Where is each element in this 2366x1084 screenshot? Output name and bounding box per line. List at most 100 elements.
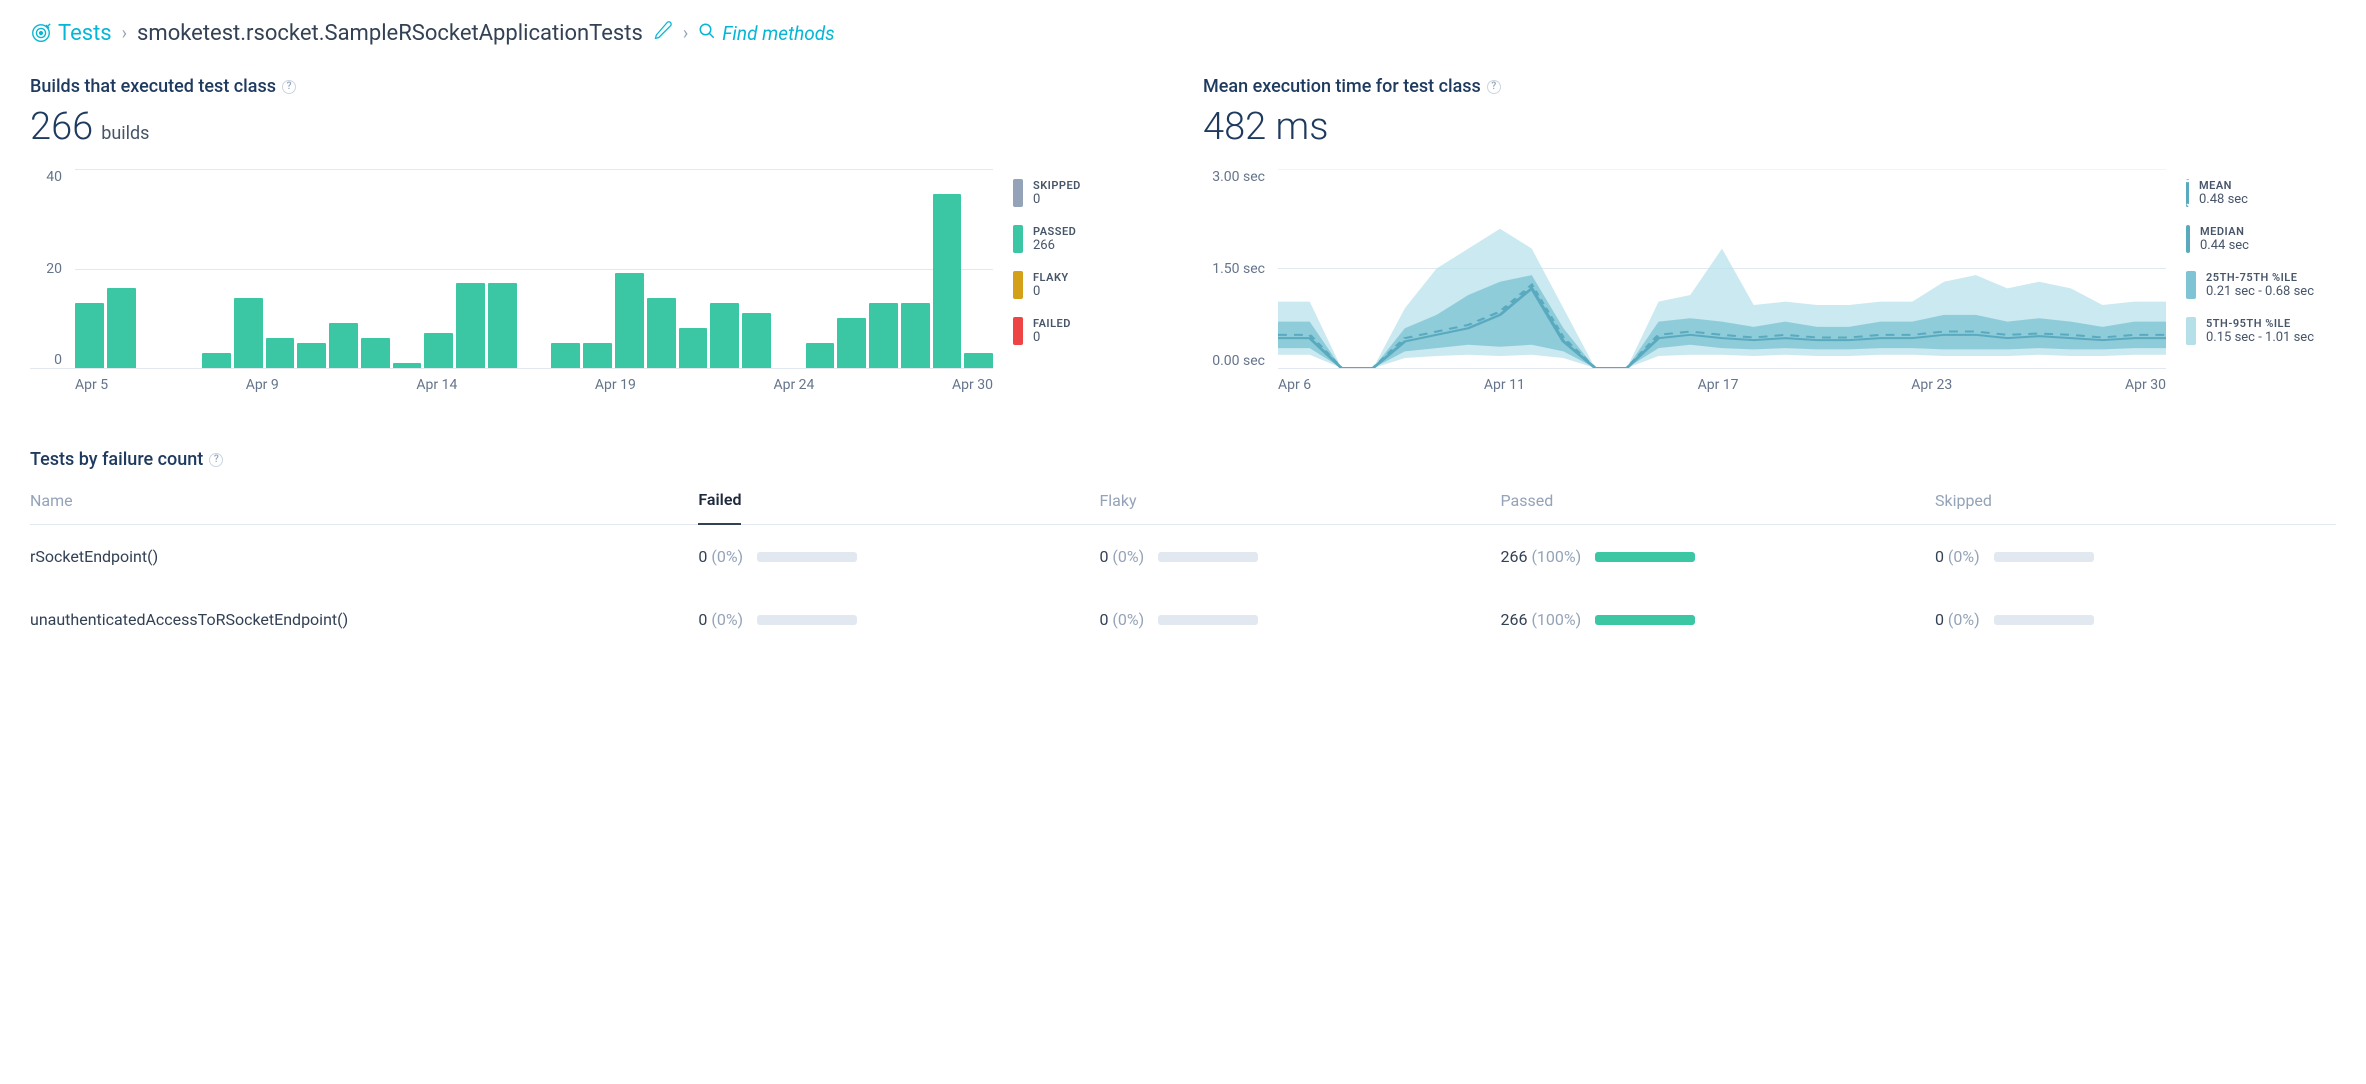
legend-item[interactable]: 5TH-95TH %ILE 0.15 sec - 1.01 sec [2186, 317, 2336, 345]
mini-bar [1595, 615, 1695, 625]
legend-item[interactable]: MEAN 0.48 sec [2186, 179, 2336, 207]
bar[interactable] [551, 343, 580, 368]
bar[interactable] [266, 338, 295, 368]
legend-value: 266 [1033, 238, 1076, 253]
bar[interactable] [901, 303, 930, 368]
failure-section-title: Tests by failure count [30, 449, 203, 470]
bar[interactable] [742, 313, 771, 368]
bar[interactable] [393, 363, 422, 368]
legend-item[interactable]: PASSED 266 [1013, 225, 1163, 253]
legend-label: 5TH-95TH %ILE [2206, 317, 2314, 330]
bar[interactable] [964, 353, 993, 368]
metric-pct: (0%) [1948, 547, 1980, 566]
legend-value: 0 [1033, 330, 1071, 345]
bar[interactable] [361, 338, 390, 368]
legend-item[interactable]: 25TH-75TH %ILE 0.21 sec - 0.68 sec [2186, 271, 2336, 299]
legend-item[interactable]: FAILED 0 [1013, 317, 1163, 345]
column-header-name[interactable]: Name [30, 491, 73, 510]
test-name[interactable]: unauthenticatedAccessToRSocketEndpoint() [30, 610, 698, 629]
metric-pct: (0%) [711, 610, 743, 629]
column-header-flaky[interactable]: Flaky [1099, 491, 1136, 510]
x-tick: Apr 23 [1911, 377, 1952, 393]
test-name[interactable]: rSocketEndpoint() [30, 547, 698, 566]
column-header-failed[interactable]: Failed [698, 490, 741, 525]
metric-pct: (0%) [1112, 547, 1144, 566]
mini-bar [1994, 615, 2094, 625]
bar[interactable] [297, 343, 326, 368]
bar[interactable] [647, 298, 676, 368]
legend-value: 0 [1033, 192, 1081, 207]
x-tick: Apr 30 [952, 377, 993, 393]
tests-link[interactable]: Tests [30, 21, 112, 46]
metric-cell: 266 (100%) [1500, 547, 1934, 566]
charts-row: Builds that executed test class ? 266 bu… [30, 76, 2336, 399]
column-header-passed[interactable]: Passed [1500, 491, 1553, 510]
metric-count: 0 [698, 610, 707, 629]
bar[interactable] [488, 283, 517, 368]
bar[interactable] [679, 328, 708, 368]
x-tick: Apr 19 [595, 377, 636, 393]
metric-pct: (0%) [1948, 610, 1980, 629]
builds-chart[interactable]: 40200 Apr 5Apr 9Apr 14Apr 19Apr 24Apr 30 [30, 169, 993, 399]
bar[interactable] [869, 303, 898, 368]
bar[interactable] [456, 283, 485, 368]
bar[interactable] [107, 288, 136, 368]
table-row: unauthenticatedAccessToRSocketEndpoint()… [30, 588, 2336, 651]
bar[interactable] [424, 333, 453, 368]
bar[interactable] [202, 353, 231, 368]
legend-swatch [1013, 317, 1023, 345]
legend-item[interactable]: MEDIAN 0.44 sec [2186, 225, 2336, 253]
bar[interactable] [806, 343, 835, 368]
mini-bar [757, 615, 857, 625]
x-tick: Apr 17 [1698, 377, 1739, 393]
breadcrumb-sep-icon: › [683, 23, 688, 44]
builds-panel-title: Builds that executed test class [30, 76, 276, 97]
legend-swatch [2186, 271, 2196, 299]
legend-value: 0.15 sec - 1.01 sec [2206, 330, 2314, 345]
builds-count: 266 [30, 105, 93, 149]
x-tick: Apr 11 [1484, 377, 1525, 393]
y-tick: 0.00 sec [1212, 353, 1265, 369]
time-value: 482 ms [1203, 105, 1328, 149]
bar[interactable] [234, 298, 263, 368]
breadcrumb-sep-icon: › [122, 23, 127, 44]
bar[interactable] [329, 323, 358, 368]
metric-pct: (100%) [1531, 610, 1581, 629]
help-icon[interactable]: ? [209, 453, 223, 467]
time-panel: Mean execution time for test class ? 482… [1203, 76, 2336, 399]
bar[interactable] [933, 194, 962, 368]
legend-label: MEDIAN [2200, 225, 2249, 238]
find-methods-label: Find methods [722, 22, 834, 45]
x-tick: Apr 5 [75, 377, 108, 393]
metric-count: 0 [1099, 610, 1108, 629]
legend-swatch [1013, 179, 1023, 207]
legend-label: PASSED [1033, 225, 1076, 238]
bar[interactable] [710, 303, 739, 368]
legend-value: 0.44 sec [2200, 238, 2249, 253]
bar[interactable] [583, 343, 612, 368]
time-chart[interactable]: 3.00 sec1.50 sec0.00 sec Apr 6Apr 11Apr … [1203, 169, 2166, 399]
breadcrumb: Tests › smoketest.rsocket.SampleRSocketA… [30, 20, 2336, 46]
bar[interactable] [75, 303, 104, 368]
help-icon[interactable]: ? [1487, 80, 1501, 94]
bar[interactable] [837, 318, 866, 368]
metric-pct: (0%) [1112, 610, 1144, 629]
edit-icon[interactable] [653, 20, 673, 46]
metric-cell: 0 (0%) [1935, 610, 2336, 629]
legend-swatch [1013, 271, 1023, 299]
y-tick: 0 [54, 352, 62, 368]
page-title: smoketest.rsocket.SampleRSocketApplicati… [137, 21, 643, 46]
metric-count: 0 [1099, 547, 1108, 566]
legend-item[interactable]: FLAKY 0 [1013, 271, 1163, 299]
bar[interactable] [615, 273, 644, 368]
find-methods-link[interactable]: Find methods [698, 22, 834, 45]
metric-pct: (0%) [711, 547, 743, 566]
tests-table: Name Failed Flaky Passed Skipped rSocketEndp… [30, 490, 2336, 651]
mini-bar [757, 552, 857, 562]
x-tick: Apr 6 [1278, 377, 1311, 393]
legend-swatch [2186, 317, 2196, 345]
search-icon [698, 22, 716, 45]
help-icon[interactable]: ? [282, 80, 296, 94]
legend-item[interactable]: SKIPPED 0 [1013, 179, 1163, 207]
column-header-skipped[interactable]: Skipped [1935, 491, 1992, 510]
